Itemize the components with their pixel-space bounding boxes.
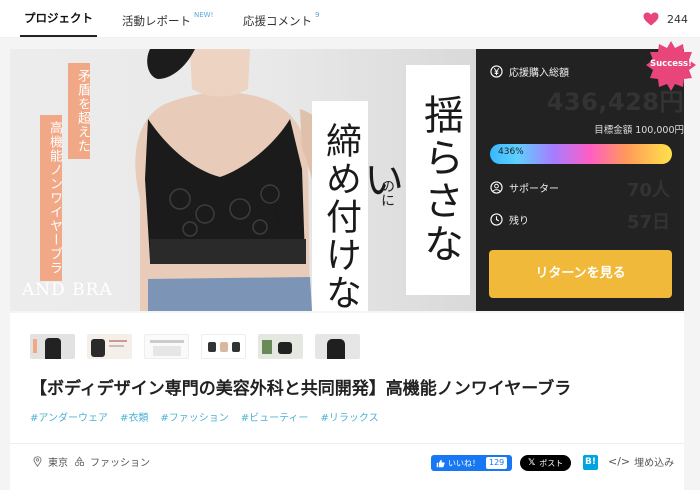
tab-activity-report[interactable]: 活動レポート NEW! xyxy=(122,0,213,38)
facebook-like-label: いいね！ xyxy=(448,458,480,468)
facebook-like-count: 129 xyxy=(486,457,508,469)
thumbnail-1[interactable] xyxy=(30,334,75,359)
location-link[interactable]: 東京 xyxy=(32,454,68,469)
tab-comments[interactable]: 応援コメント 9 xyxy=(243,0,319,38)
code-icon: </> xyxy=(608,455,631,468)
tag-link[interactable]: #ファッション xyxy=(160,409,228,424)
raised-label-row: 応援購入総額 xyxy=(490,64,569,79)
thumbnail-5[interactable] xyxy=(258,334,303,359)
facebook-like-button[interactable]: いいね！ 129 xyxy=(431,455,513,471)
category-link[interactable]: ファッション xyxy=(74,454,150,469)
x-post-button[interactable]: 𝕏 ポスト xyxy=(520,455,572,471)
category-shapes-icon xyxy=(74,456,85,467)
thumbnail-3[interactable] xyxy=(144,334,189,359)
hero-copy-2: 締め付けない xyxy=(264,101,368,311)
tag-link[interactable]: #リラックス xyxy=(321,409,379,424)
supporters-label: サポーター xyxy=(509,184,559,195)
days-left-label: 残り xyxy=(509,216,529,227)
tag-link[interactable]: #ビューティー xyxy=(241,409,309,424)
supporters-value: 70人 xyxy=(626,180,670,201)
hero-copy-1: 揺らさない xyxy=(357,65,470,295)
hatena-bookmark-button[interactable]: B! xyxy=(583,455,598,470)
image-thumbnails xyxy=(30,334,360,359)
category-label: ファッション xyxy=(90,458,150,469)
x-post-label: ポスト xyxy=(539,458,564,468)
hero-image[interactable]: 矛盾を超えた 高機能ノンワイヤーブラ 揺らさない のに 締め付けない xyxy=(10,49,476,311)
success-badge: Success! xyxy=(649,59,692,69)
goal-amount: 目標金額 100,000円 xyxy=(594,125,684,136)
yen-icon xyxy=(490,65,503,78)
like-button[interactable]: 244 xyxy=(643,0,688,38)
project-title: 【ボディデザイン専門の美容外科と共同開発】高機能ノンワイヤーブラ xyxy=(30,379,572,399)
embed-button[interactable]: </> 埋め込み xyxy=(608,454,674,469)
comment-count-badge: 9 xyxy=(315,11,320,19)
location-label: 東京 xyxy=(48,458,68,469)
project-tabs: プロジェクト 活動レポート NEW! 応援コメント 9 244 xyxy=(0,0,700,38)
user-icon xyxy=(490,181,503,194)
thumbnail-6[interactable] xyxy=(315,334,360,359)
supporters-label-row: サポーター xyxy=(490,180,559,195)
progress-bar: 436% xyxy=(490,144,672,164)
divider xyxy=(10,443,684,444)
hero-subcopy-2: 高機能ノンワイヤーブラ xyxy=(40,115,62,281)
clock-icon xyxy=(490,213,503,226)
hero-connector: のに xyxy=(379,179,395,207)
tab-comments-label: 応援コメント xyxy=(243,13,312,28)
raised-amount-value: 436,428円 xyxy=(546,88,684,116)
view-returns-button[interactable]: リターンを見る xyxy=(489,250,672,298)
tab-project[interactable]: プロジェクト xyxy=(20,0,97,38)
like-count: 244 xyxy=(667,12,688,26)
progress-percent: 436% xyxy=(498,147,524,157)
location-pin-icon xyxy=(33,456,42,467)
project-tags: #アンダーウェア #衣類 #ファッション #ビューティー #リラックス xyxy=(30,409,379,424)
tag-link[interactable]: #アンダーウェア xyxy=(30,409,108,424)
brand-logo: AND BRA xyxy=(22,280,113,300)
embed-label: 埋め込み xyxy=(634,458,675,469)
hero-subcopy-1: 矛盾を超えた xyxy=(68,63,90,159)
thumbs-up-icon xyxy=(436,459,445,467)
tab-activity-report-label: 活動レポート xyxy=(122,13,191,28)
raised-label: 応援購入総額 xyxy=(509,68,569,79)
x-logo-icon: 𝕏 xyxy=(528,458,536,468)
tab-project-label: プロジェクト xyxy=(24,11,93,25)
heart-icon xyxy=(643,12,659,26)
new-badge: NEW! xyxy=(194,11,214,19)
thumbnail-4[interactable] xyxy=(201,334,246,359)
thumbnail-2[interactable] xyxy=(87,334,132,359)
days-left-label-row: 残り xyxy=(490,212,529,227)
days-left-value: 57日 xyxy=(626,212,670,233)
tag-link[interactable]: #衣類 xyxy=(120,409,148,424)
